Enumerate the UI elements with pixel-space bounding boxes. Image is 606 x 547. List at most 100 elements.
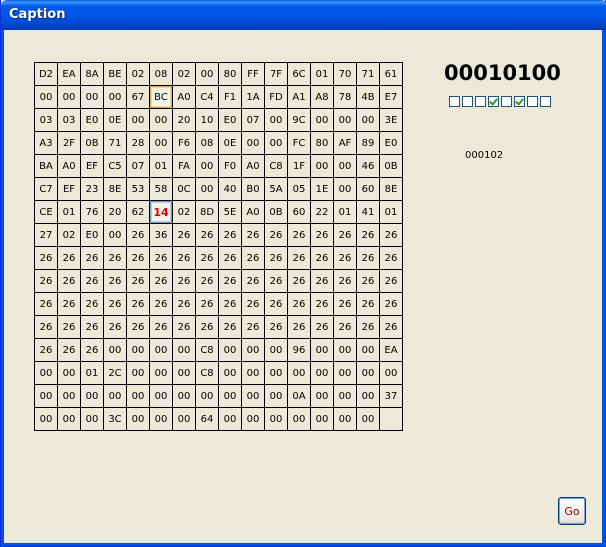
hex-cell[interactable]: 9C xyxy=(287,108,311,132)
hex-cell[interactable]: 28 xyxy=(126,131,150,155)
hex-cell[interactable]: 00 xyxy=(241,361,265,385)
hex-cell[interactable]: 00 xyxy=(310,108,334,132)
hex-cell[interactable]: 27 xyxy=(34,223,58,247)
hex-cell[interactable]: 71 xyxy=(356,62,380,86)
hex-cell[interactable]: 02 xyxy=(57,223,81,247)
hex-cell[interactable]: 00 xyxy=(264,361,288,385)
hex-cell[interactable]: 00 xyxy=(264,407,288,431)
hex-cell[interactable]: 00 xyxy=(103,223,127,247)
hex-cell[interactable]: 26 xyxy=(126,292,150,316)
hex-cell[interactable]: 00 xyxy=(218,361,242,385)
go-button[interactable]: Go xyxy=(558,497,586,525)
hex-cell[interactable]: 26 xyxy=(172,315,196,339)
hex-cell[interactable]: 22 xyxy=(310,200,334,224)
hex-cell[interactable]: 00 xyxy=(356,108,380,132)
hex-cell[interactable]: 07 xyxy=(241,108,265,132)
hex-cell[interactable]: BE xyxy=(103,62,127,86)
hex-cell[interactable]: D2 xyxy=(34,62,58,86)
hex-cell[interactable]: 00 xyxy=(287,407,311,431)
hex-cell[interactable]: 0E xyxy=(218,131,242,155)
hex-cell[interactable]: 40 xyxy=(218,177,242,201)
hex-cell[interactable]: 00 xyxy=(356,361,380,385)
hex-cell[interactable]: 26 xyxy=(287,292,311,316)
hex-cell[interactable]: 0C xyxy=(172,177,196,201)
hex-cell[interactable]: 00 xyxy=(126,384,150,408)
hex-cell[interactable]: 26 xyxy=(80,338,104,362)
hex-cell[interactable]: 00 xyxy=(172,407,196,431)
hex-cell[interactable]: 05 xyxy=(287,177,311,201)
hex-cell[interactable]: 26 xyxy=(218,315,242,339)
hex-cell[interactable]: 00 xyxy=(195,177,219,201)
hex-cell[interactable]: 26 xyxy=(149,292,173,316)
hex-cell[interactable]: 00 xyxy=(195,154,219,178)
bit-checkbox-7[interactable] xyxy=(540,96,551,107)
hex-cell[interactable]: 26 xyxy=(241,246,265,270)
hex-cell[interactable]: 26 xyxy=(57,292,81,316)
hex-cell[interactable]: 26 xyxy=(172,269,196,293)
hex-cell[interactable]: 01 xyxy=(80,361,104,385)
hex-cell[interactable]: 26 xyxy=(218,246,242,270)
hex-cell[interactable]: 26 xyxy=(103,269,127,293)
hex-cell[interactable]: 00 xyxy=(310,384,334,408)
hex-cell[interactable]: 89 xyxy=(356,131,380,155)
bit-checkbox-6[interactable] xyxy=(527,96,538,107)
hex-cell[interactable]: 26 xyxy=(80,269,104,293)
hex-cell[interactable]: 26 xyxy=(379,246,403,270)
hex-cell[interactable]: 01 xyxy=(379,200,403,224)
hex-cell[interactable]: EA xyxy=(57,62,81,86)
hex-cell[interactable]: 0B xyxy=(379,154,403,178)
hex-cell[interactable]: 00 xyxy=(218,407,242,431)
hex-cell[interactable]: 00 xyxy=(172,338,196,362)
hex-cell[interactable]: E7 xyxy=(379,85,403,109)
hex-cell[interactable]: 76 xyxy=(80,200,104,224)
hex-cell[interactable]: 26 xyxy=(57,269,81,293)
hex-cell[interactable]: A0 xyxy=(241,200,265,224)
hex-cell[interactable]: 26 xyxy=(287,223,311,247)
hex-cell[interactable]: 78 xyxy=(333,85,357,109)
hex-cell[interactable]: E0 xyxy=(379,131,403,155)
hex-cell[interactable]: 26 xyxy=(218,269,242,293)
hex-cell[interactable]: F0 xyxy=(218,154,242,178)
hex-cell[interactable]: 26 xyxy=(333,292,357,316)
hex-cell[interactable]: 00 xyxy=(126,108,150,132)
hex-cell[interactable]: 53 xyxy=(126,177,150,201)
hex-cell[interactable]: 26 xyxy=(34,315,58,339)
hex-cell[interactable]: 26 xyxy=(80,292,104,316)
hex-cell[interactable]: 26 xyxy=(264,269,288,293)
hex-cell[interactable]: 02 xyxy=(172,200,196,224)
hex-cell[interactable]: 20 xyxy=(103,200,127,224)
hex-cell[interactable]: 26 xyxy=(218,292,242,316)
hex-cell[interactable]: 00 xyxy=(149,338,173,362)
hex-cell[interactable]: 26 xyxy=(333,246,357,270)
hex-cell[interactable]: A1 xyxy=(287,85,311,109)
hex-cell[interactable]: 26 xyxy=(241,315,265,339)
bit-checkbox-0[interactable] xyxy=(449,96,460,107)
hex-cell[interactable]: 7F xyxy=(264,62,288,86)
hex-cell[interactable]: 26 xyxy=(103,246,127,270)
hex-cell[interactable]: 00 xyxy=(172,361,196,385)
hex-cell[interactable]: 00 xyxy=(80,384,104,408)
hex-cell[interactable]: 26 xyxy=(333,269,357,293)
hex-cell[interactable]: 00 xyxy=(195,384,219,408)
hex-cell[interactable]: 08 xyxy=(195,131,219,155)
hex-cell[interactable]: 00 xyxy=(264,131,288,155)
hex-cell[interactable]: EF xyxy=(80,154,104,178)
hex-cell[interactable]: 26 xyxy=(333,223,357,247)
hex-cell[interactable]: FC xyxy=(287,131,311,155)
hex-cell[interactable]: 26 xyxy=(264,315,288,339)
hex-cell[interactable]: 00 xyxy=(379,361,403,385)
hex-cell[interactable]: EF xyxy=(57,177,81,201)
hex-cell[interactable]: 00 xyxy=(310,338,334,362)
hex-cell[interactable]: 8E xyxy=(379,177,403,201)
hex-cell[interactable]: 00 xyxy=(149,361,173,385)
hex-cell[interactable]: 26 xyxy=(126,246,150,270)
hex-cell[interactable]: 26 xyxy=(195,292,219,316)
hex-cell[interactable]: 58 xyxy=(149,177,173,201)
hex-cell[interactable]: BA xyxy=(34,154,58,178)
hex-cell[interactable]: 26 xyxy=(241,223,265,247)
hex-cell[interactable]: 96 xyxy=(287,338,311,362)
hex-cell[interactable]: 26 xyxy=(126,223,150,247)
hex-cell[interactable]: 00 xyxy=(333,407,357,431)
hex-cell[interactable]: 00 xyxy=(218,338,242,362)
hex-cell[interactable]: 26 xyxy=(379,223,403,247)
